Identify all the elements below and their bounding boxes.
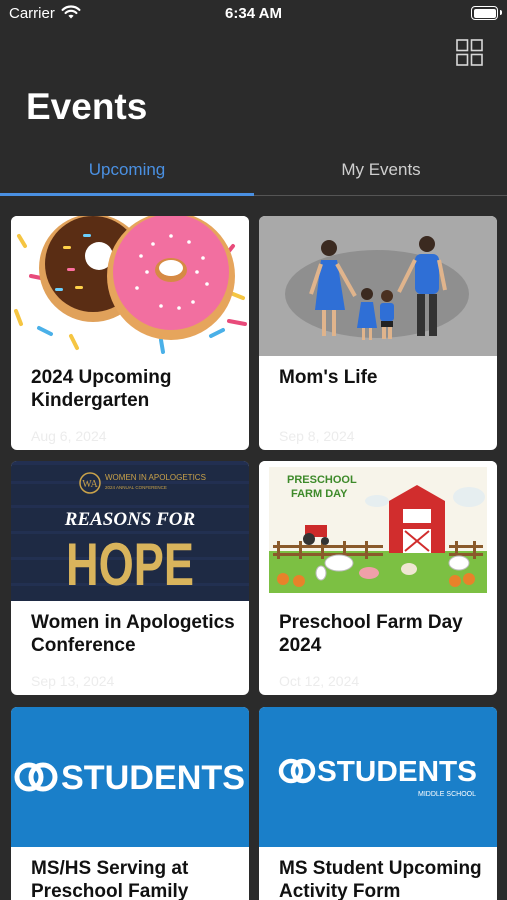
event-title: 2024 Upcoming Kindergarten [31, 367, 172, 411]
event-title: Preschool Farm Day 2024 [279, 612, 463, 656]
event-date: Oct 12, 2024 [279, 673, 360, 689]
apologetics-line1-text: REASONS FOR [64, 509, 195, 530]
tab-upcoming[interactable]: Upcoming [0, 148, 254, 196]
event-image-students: STUDENTS [11, 707, 249, 847]
event-title: Mom's Life [279, 367, 378, 388]
battery-icon [471, 6, 502, 20]
event-card[interactable]: STUDENTS MS/HS Serving at Preschool Fami… [11, 707, 249, 900]
tab-bar: Upcoming My Events [0, 148, 507, 196]
tab-my-events[interactable]: My Events [254, 148, 507, 196]
apologetics-sub-text: 2024 ANNUAL CONFERENCE [105, 485, 167, 490]
svg-text:WA: WA [82, 479, 98, 490]
apologetics-hope-text: HOPE [66, 531, 194, 598]
event-card[interactable]: PRESCHOOL FARM DAY Preschool Farm Day 20… [259, 461, 497, 695]
event-card[interactable]: WA WOMEN IN APOLOGETICS 2024 ANNUAL CONF… [11, 461, 249, 695]
event-card[interactable]: Mom's Life Sep 8, 2024 [259, 216, 497, 450]
event-image-family [259, 216, 497, 356]
event-image-apologetics: WA WOMEN IN APOLOGETICS 2024 ANNUAL CONF… [11, 461, 249, 601]
event-card[interactable]: STUDENTS MIDDLE SCHOOL MS Student Upcomi… [259, 707, 497, 900]
event-date: Sep 8, 2024 [279, 428, 355, 444]
event-date: Sep 13, 2024 [31, 673, 115, 689]
event-image-donuts [11, 216, 249, 356]
event-title: MS Student Upcoming Activity Form [279, 858, 482, 900]
status-time: 6:34 AM [225, 5, 282, 22]
active-tab-indicator [0, 193, 254, 196]
events-grid: 2024 Upcoming Kindergarten Aug 6, 2024 M… [0, 215, 507, 900]
farm-line2-text: FARM DAY [291, 488, 348, 500]
farm-line1-text: PRESCHOOL [287, 474, 357, 486]
event-card[interactable]: 2024 Upcoming Kindergarten Aug 6, 2024 [11, 216, 249, 450]
apologetics-org-text: WOMEN IN APOLOGETICS [105, 473, 206, 482]
event-title: Women in Apologetics Conference [31, 612, 235, 656]
students-ms-logo-text: STUDENTS [317, 756, 477, 788]
status-bar: Carrier 6:34 AM [0, 0, 507, 28]
event-image-students-ms: STUDENTS MIDDLE SCHOOL [259, 707, 497, 847]
tab-divider [254, 195, 507, 196]
event-image-farm: PRESCHOOL FARM DAY [259, 461, 497, 601]
grid-view-icon[interactable] [456, 39, 483, 66]
event-date: Aug 6, 2024 [31, 428, 107, 444]
page-title: Events [26, 86, 148, 127]
event-title: MS/HS Serving at Preschool Family [31, 858, 189, 900]
students-ms-sub-text: MIDDLE SCHOOL [418, 791, 476, 798]
students-logo-text: STUDENTS [61, 759, 245, 797]
